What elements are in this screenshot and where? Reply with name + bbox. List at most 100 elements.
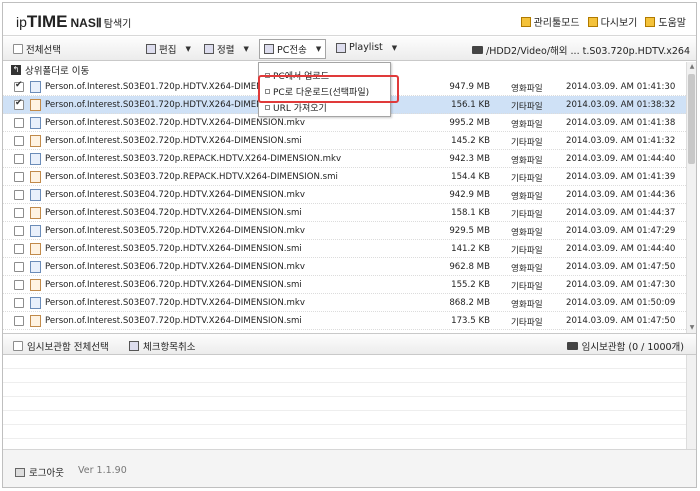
temp-box-counter[interactable]: 임시보관함 (0 / 1000개) xyxy=(566,339,684,353)
temp-row xyxy=(3,397,686,411)
table-row[interactable]: Person.of.Interest.S03E07.720p.HDTV.X264… xyxy=(3,294,686,312)
file-name[interactable]: Person.of.Interest.S03E05.720p.HDTV.X264… xyxy=(45,226,305,236)
sort-icon xyxy=(204,44,214,54)
version-text: Ver 1.1.90 xyxy=(78,465,127,476)
row-checkbox[interactable] xyxy=(14,118,24,128)
file-size: 155.2 KB xyxy=(451,280,490,290)
table-row[interactable]: Person.of.Interest.S03E04.720p.HDTV.X264… xyxy=(3,204,686,222)
file-name[interactable]: Person.of.Interest.S03E04.720p.HDTV.X264… xyxy=(45,190,305,200)
file-name[interactable]: Person.of.Interest.S03E06.720p.HDTV.X264… xyxy=(45,280,302,290)
row-checkbox[interactable] xyxy=(14,298,24,308)
file-name[interactable]: Person.of.Interest.S03E05.720p.HDTV.X264… xyxy=(45,244,302,254)
file-name[interactable]: Person.of.Interest.S03E06.720p.HDTV.X264… xyxy=(45,262,305,272)
edit-menu-button[interactable]: 편집 ▼ xyxy=(146,42,191,56)
logo-subtitle: 탐색기 xyxy=(103,19,132,30)
row-checkbox[interactable] xyxy=(14,190,24,200)
file-type: 영화파일 xyxy=(511,300,543,310)
chevron-down-icon: ▼ xyxy=(243,45,249,53)
table-row[interactable]: Person.of.Interest.S03E07.720p.HDTV.X264… xyxy=(3,312,686,330)
nas-explorer-window: ipTIME NASⅡ 탐색기 관리툴모드 다시보기 도움말 전체선택 편집 ▼… xyxy=(2,2,697,488)
logo-time: TIME xyxy=(26,12,68,31)
table-row[interactable]: Person.of.Interest.S03E04.720p.HDTV.X264… xyxy=(3,186,686,204)
toolbar: 전체선택 편집 ▼ 정렬 ▼ PC전송 ▼ Playlist ▼ /HDD2/V… xyxy=(3,37,696,61)
file-type: 영화파일 xyxy=(511,192,543,202)
menu-item-url-import[interactable]: URL 가져오기 xyxy=(265,101,327,114)
playlist-menu-button[interactable]: Playlist ▼ xyxy=(336,42,397,53)
file-name[interactable]: Person.of.Interest.S03E03.720p.REPACK.HD… xyxy=(45,172,338,182)
chevron-down-icon: ▼ xyxy=(391,43,398,52)
path-text: /HDD2/Video/해외 ... t.S03.720p.HDTV.x264 xyxy=(486,46,690,57)
pc-transfer-menu-button[interactable]: PC전송 ▼ xyxy=(259,39,327,59)
uncheck-label: 체크항목취소 xyxy=(143,342,196,353)
sort-menu-button[interactable]: 정렬 ▼ xyxy=(204,42,249,56)
refresh-label: 다시보기 xyxy=(600,18,638,29)
sort-label: 정렬 xyxy=(217,45,235,56)
file-size: 962.8 MB xyxy=(449,262,490,272)
parent-folder-link[interactable]: ↰ 상위폴더로 이동 xyxy=(11,63,89,77)
table-row[interactable]: Person.of.Interest.S03E05.720p.HDTV.X264… xyxy=(3,240,686,258)
select-all-checkbox[interactable]: 전체선택 xyxy=(13,42,61,56)
file-type: 영화파일 xyxy=(511,120,543,130)
file-size: 158.1 KB xyxy=(451,208,490,218)
row-checkbox[interactable] xyxy=(14,208,24,218)
uncheck-items-button[interactable]: 체크항목취소 xyxy=(129,339,195,353)
url-import-label: URL 가져오기 xyxy=(273,104,327,114)
row-checkbox[interactable] xyxy=(14,226,24,236)
refresh-icon xyxy=(587,16,598,27)
file-name[interactable]: Person.of.Interest.S03E07.720p.HDTV.X264… xyxy=(45,316,302,326)
row-checkbox[interactable] xyxy=(14,98,24,110)
file-size: 942.3 MB xyxy=(449,154,490,164)
table-row[interactable]: Person.of.Interest.S03E03.720p.REPACK.HD… xyxy=(3,168,686,186)
uncheck-icon xyxy=(129,341,139,351)
scrollbar-thumb[interactable] xyxy=(688,74,695,164)
help-link[interactable]: 도움말 xyxy=(645,14,686,29)
file-name[interactable]: Person.of.Interest.S03E07.720p.HDTV.X264… xyxy=(45,298,305,308)
file-type: 기타파일 xyxy=(511,138,543,148)
table-row[interactable]: Person.of.Interest.S03E03.720p.REPACK.HD… xyxy=(3,150,686,168)
temp-select-all-checkbox[interactable]: 임시보관함 전체선택 xyxy=(13,339,109,353)
file-list-scrollbar[interactable]: ▲ ▼ xyxy=(686,62,696,333)
logo-ip: ip xyxy=(16,14,27,30)
row-checkbox[interactable] xyxy=(14,80,24,92)
menu-item-upload[interactable]: PC에서 업로드 xyxy=(265,69,329,82)
file-name[interactable]: Person.of.Interest.S03E03.720p.REPACK.HD… xyxy=(45,154,341,164)
file-date: 2014.03.09. AM 01:44:40 xyxy=(566,244,676,254)
temp-box-toolbar: 임시보관함 전체선택 체크항목취소 임시보관함 (0 / 1000개) xyxy=(3,333,696,355)
video-file-icon xyxy=(30,117,41,129)
temp-box-scrollbar[interactable] xyxy=(686,355,696,449)
text-file-icon xyxy=(30,171,41,183)
file-date: 2014.03.09. AM 01:41:38 xyxy=(566,118,676,128)
row-checkbox[interactable] xyxy=(14,172,24,182)
checkbox-icon xyxy=(13,44,23,54)
file-date: 2014.03.09. AM 01:41:39 xyxy=(566,172,676,182)
chevron-down-icon: ▼ xyxy=(315,45,322,53)
logout-button[interactable]: 로그아웃 xyxy=(15,465,64,479)
temp-box-label: 임시보관함 (0 / 1000개) xyxy=(581,342,684,353)
scroll-down-icon[interactable]: ▼ xyxy=(687,323,697,333)
row-checkbox[interactable] xyxy=(14,154,24,164)
table-row[interactable]: Person.of.Interest.S03E06.720p.HDTV.X264… xyxy=(3,258,686,276)
edit-icon xyxy=(146,44,156,54)
row-checkbox[interactable] xyxy=(14,136,24,146)
row-checkbox[interactable] xyxy=(14,316,24,326)
scroll-up-icon[interactable]: ▲ xyxy=(687,62,697,72)
logout-label: 로그아웃 xyxy=(29,468,64,479)
file-name[interactable]: Person.of.Interest.S03E02.720p.HDTV.X264… xyxy=(45,118,305,128)
menu-item-download-selected[interactable]: PC로 다운로드(선택파일) xyxy=(265,85,369,98)
file-name[interactable]: Person.of.Interest.S03E02.720p.HDTV.X264… xyxy=(45,136,302,146)
admin-mode-link[interactable]: 관리툴모드 xyxy=(520,14,580,29)
table-row[interactable]: Person.of.Interest.S03E05.720p.HDTV.X264… xyxy=(3,222,686,240)
file-size: 173.5 KB xyxy=(451,316,490,326)
file-date: 2014.03.09. AM 01:47:50 xyxy=(566,316,676,326)
text-file-icon xyxy=(30,315,41,327)
refresh-link[interactable]: 다시보기 xyxy=(587,14,638,29)
table-row[interactable]: Person.of.Interest.S03E02.720p.HDTV.X264… xyxy=(3,132,686,150)
table-row[interactable]: Person.of.Interest.S03E06.720p.HDTV.X264… xyxy=(3,276,686,294)
file-date: 2014.03.09. AM 01:44:37 xyxy=(566,208,676,218)
file-name[interactable]: Person.of.Interest.S03E04.720p.HDTV.X264… xyxy=(45,208,302,218)
row-checkbox[interactable] xyxy=(14,280,24,290)
file-date: 2014.03.09. AM 01:47:50 xyxy=(566,262,676,272)
row-checkbox[interactable] xyxy=(14,262,24,272)
row-checkbox[interactable] xyxy=(14,244,24,254)
file-type: 영화파일 xyxy=(511,228,543,238)
